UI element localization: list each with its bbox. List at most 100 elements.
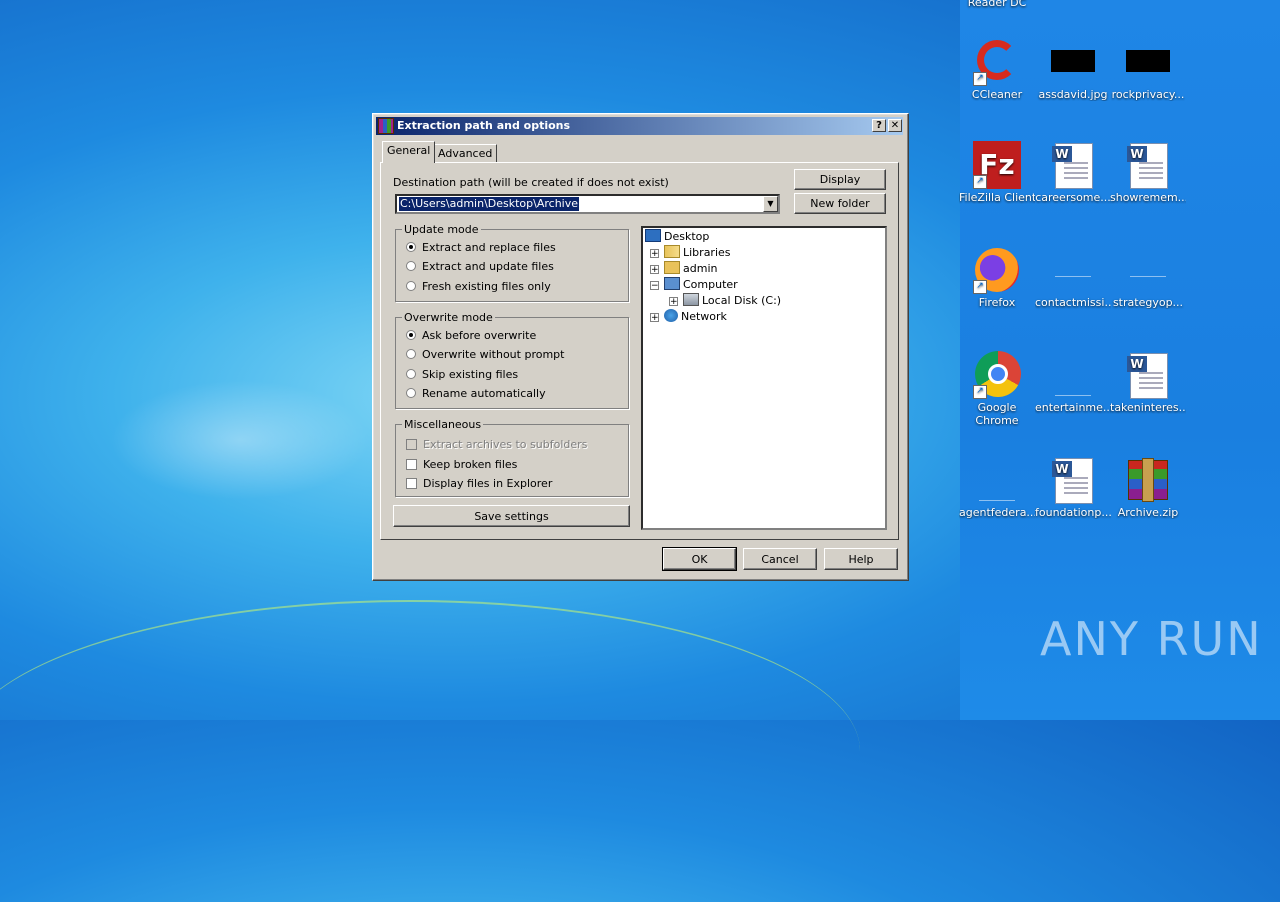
radio-rename-automatically[interactable]: Rename automatically [406,387,546,400]
radio-indicator[interactable] [406,369,416,379]
radio-extract-and-replace[interactable]: Extract and replace files [406,241,556,254]
option-label: Display files in Explorer [423,477,553,490]
collapse-icon[interactable]: − [650,281,659,291]
option-label: Overwrite without prompt [422,348,565,361]
radio-overwrite-without-prompt[interactable]: Overwrite without prompt [406,348,564,361]
display-button[interactable]: Display [794,169,886,190]
option-label: Fresh existing files only [422,280,551,293]
radio-indicator[interactable] [406,242,416,252]
desktop-icon-showremem[interactable]: W showremem... [1110,141,1186,204]
desktop-icon-ccleaner[interactable]: ↗ CCleaner [959,38,1035,101]
blank-file-icon [1124,246,1172,294]
filezilla-icon: Fz ↗ [973,141,1021,189]
blank-file-icon [1049,246,1097,294]
expand-icon[interactable]: + [650,249,659,259]
ccleaner-icon: ↗ [973,38,1021,86]
desktop-icon-label: FileZilla Client [959,191,1035,204]
tree-node-label: Local Disk (C:) [702,294,782,307]
radio-fresh-existing[interactable]: Fresh existing files only [406,280,551,293]
desktop-icon-strategyop[interactable]: strategyop... [1110,246,1186,309]
extraction-dialog: Extraction path and options ? ✕ General … [372,113,909,581]
desktop-icon-label: Archive.zip [1117,506,1179,519]
dialog-title: Extraction path and options [397,119,571,132]
destination-path-label: Destination path (will be created if doe… [393,176,669,189]
tree-node-label: Libraries [683,246,731,259]
tab-advanced[interactable]: Advanced [433,144,498,162]
desktop-icon-filezilla[interactable]: Fz ↗ FileZilla Client [959,141,1035,204]
tree-node-desktop[interactable]: Desktop [645,229,709,243]
checkbox-extract-to-subfolders: Extract archives to subfolders [406,438,587,451]
desktop-icon-entertainme[interactable]: entertainme... [1035,351,1111,414]
checkbox-indicator[interactable] [406,478,417,489]
expand-icon[interactable]: + [650,313,659,323]
word-document-icon: W [1049,141,1097,189]
desktop-icon-archive-zip[interactable]: Archive.zip [1110,456,1186,519]
desktop-icon-label-reader-dc[interactable]: Reader DC [962,0,1032,9]
radio-indicator[interactable] [406,388,416,398]
tree-node-local-disk[interactable]: Local Disk (C:) [683,293,781,307]
expand-icon[interactable]: + [650,265,659,275]
context-help-button[interactable]: ? [872,119,886,132]
ok-button[interactable]: OK [662,547,737,571]
save-settings-button[interactable]: Save settings [393,505,630,527]
new-folder-button[interactable]: New folder [794,193,886,214]
desktop-icon-rockprivacy[interactable]: rockprivacy... [1110,38,1186,101]
chrome-icon: ↗ [973,351,1021,399]
folder-tree[interactable]: Desktop + Libraries + admin − Computer +… [641,226,887,530]
option-label: Extract and update files [422,260,554,273]
group-title: Overwrite mode [402,311,495,324]
chevron-down-icon[interactable]: ▼ [763,196,778,212]
radio-indicator[interactable] [406,349,416,359]
option-label: Keep broken files [423,458,518,471]
tree-node-network[interactable]: Network [664,309,727,323]
radio-indicator[interactable] [406,281,416,291]
desktop-icon-agentfedera[interactable]: agentfedera... [959,456,1035,519]
desktop-icon-label: CCleaner [971,88,1023,101]
tab-general[interactable]: General [382,141,436,163]
cancel-button[interactable]: Cancel [743,548,817,570]
desktop-icon-label: Firefox [978,296,1016,309]
help-button[interactable]: Help [824,548,898,570]
tree-node-computer[interactable]: Computer [664,277,738,291]
radio-extract-and-update[interactable]: Extract and update files [406,260,554,273]
hard-drive-icon [683,293,699,306]
radio-ask-before-overwrite[interactable]: Ask before overwrite [406,329,536,342]
desktop-icon-label: takeninteres... [1110,401,1186,414]
destination-path-combobox[interactable]: C:\Users\admin\Desktop\Archive ▼ [395,194,780,214]
desktop-icon-contactmissi[interactable]: contactmissi... [1035,246,1111,309]
user-folder-icon [664,261,680,274]
desktop-icon-takeninteres[interactable]: W takeninteres... [1110,351,1186,414]
tree-node-admin[interactable]: admin [664,261,717,275]
desktop-icon-label: Google Chrome [975,401,1019,427]
image-file-icon [1124,38,1172,86]
blank-file-icon [973,456,1021,504]
desktop-icon-careersome[interactable]: W careersome... [1035,141,1111,204]
radio-skip-existing[interactable]: Skip existing files [406,368,518,381]
tree-node-libraries[interactable]: Libraries [664,245,731,259]
option-label: Skip existing files [422,368,519,381]
computer-icon [664,277,680,290]
radio-indicator[interactable] [406,261,416,271]
tree-node-label: Desktop [664,230,710,243]
option-label: Rename automatically [422,387,546,400]
checkbox-display-in-explorer[interactable]: Display files in Explorer [406,477,552,490]
desktop-icon-chrome[interactable]: ↗ Google Chrome [959,351,1035,427]
checkbox-keep-broken-files[interactable]: Keep broken files [406,458,517,471]
option-label: Extract archives to subfolders [423,438,588,451]
dialog-titlebar[interactable]: Extraction path and options ? ✕ [376,117,903,135]
desktop-icon-firefox[interactable]: ↗ Firefox [959,246,1035,309]
desktop-icon-label: showremem... [1110,191,1186,204]
desktop-icon-label: entertainme... [1035,401,1111,414]
desktop-icon-foundationp[interactable]: W foundationp... [1035,456,1111,519]
desktop-icon [645,229,661,242]
update-mode-group: Update mode Extract and replace files Ex… [395,223,629,302]
word-document-icon: W [1124,141,1172,189]
desktop-icon-label: careersome... [1035,191,1111,204]
expand-icon[interactable]: + [669,297,678,307]
checkbox-indicator[interactable] [406,459,417,470]
tree-node-label: Network [681,310,727,323]
radio-indicator[interactable] [406,330,416,340]
image-file-icon [1049,38,1097,86]
desktop-icon-assdavid[interactable]: assdavid.jpg [1035,38,1111,101]
close-button[interactable]: ✕ [888,119,902,132]
